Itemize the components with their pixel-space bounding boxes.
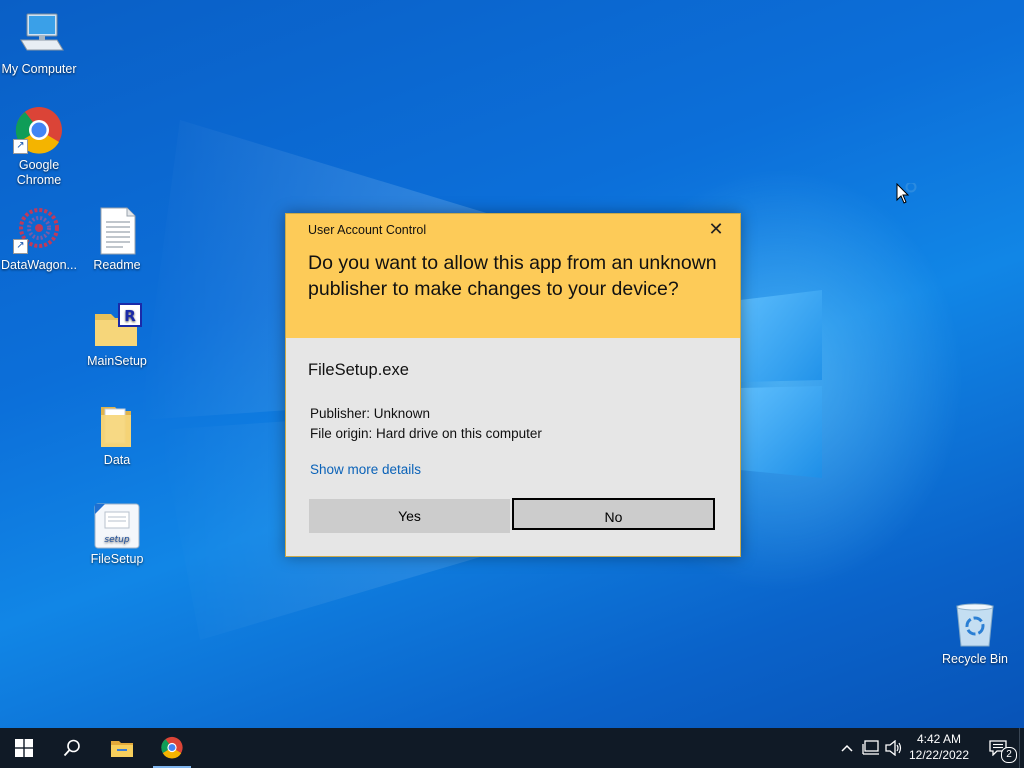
desktop-icon-label: Data xyxy=(103,453,131,467)
datawagon-icon: ↗ xyxy=(13,206,65,256)
text-document-icon xyxy=(91,206,143,256)
clock-date: 12/22/2022 xyxy=(908,748,970,762)
desktop-icon-google-chrome[interactable]: ↗ Google Chrome xyxy=(0,106,79,188)
desktop-icon-label: My Computer xyxy=(1,62,77,76)
show-hidden-icons-button[interactable] xyxy=(836,728,858,768)
start-button[interactable] xyxy=(0,728,48,768)
volume-button[interactable] xyxy=(883,728,905,768)
taskbar-file-explorer[interactable] xyxy=(98,728,146,768)
search-icon xyxy=(63,739,80,757)
setup-folder-icon: R xyxy=(91,302,143,352)
windows-logo-icon xyxy=(15,739,33,757)
publisher-text: Publisher: Unknown xyxy=(310,406,431,421)
computer-icon xyxy=(13,10,65,60)
taskbar: 4:42 AM 12/22/2022 2 xyxy=(0,728,1024,768)
desktop-icon-label: Google Chrome xyxy=(16,158,62,187)
shortcut-arrow-icon: ↗ xyxy=(13,239,28,254)
desktop-icon-label: Readme xyxy=(93,258,141,272)
busy-cursor-icon xyxy=(896,183,917,204)
desktop-icon-recycle-bin[interactable]: Recycle Bin xyxy=(935,600,1015,667)
desktop-icon-label: DataWagon... xyxy=(1,258,77,272)
clock[interactable]: 4:42 AM 12/22/2022 xyxy=(906,731,972,763)
publisher-info: Publisher: Unknown File origin: Hard dri… xyxy=(310,404,542,443)
close-icon[interactable]: ✕ xyxy=(706,220,726,240)
app-name: FileSetup.exe xyxy=(308,361,409,379)
file-origin-text: File origin: Hard drive on this computer xyxy=(310,425,542,441)
clock-time: 4:42 AM xyxy=(916,732,962,746)
desktop-icon-readme[interactable]: Readme xyxy=(77,206,157,273)
desktop-icon-data[interactable]: Data xyxy=(77,401,157,468)
desktop-icon-my-computer[interactable]: My Computer xyxy=(0,10,79,77)
uac-question: Do you want to allow this app from an un… xyxy=(308,252,717,300)
taskbar-chrome[interactable] xyxy=(148,728,196,768)
yes-button[interactable]: Yes xyxy=(309,499,510,533)
dialog-title: User Account Control xyxy=(308,223,427,237)
search-button[interactable] xyxy=(48,728,96,768)
svg-text:setup: setup xyxy=(104,535,129,545)
folder-icon xyxy=(91,401,143,451)
notification-badge: 2 xyxy=(1001,747,1017,763)
uac-dialog: User Account Control ✕ Do you want to al… xyxy=(285,213,741,557)
desktop-icon-label: MainSetup xyxy=(87,354,147,368)
chrome-icon: ↗ xyxy=(13,106,65,156)
recycle-bin-icon xyxy=(949,600,1001,650)
setup-icon: setup xyxy=(91,500,143,550)
chevron-up-icon xyxy=(841,744,853,752)
volume-icon xyxy=(885,740,902,756)
network-button[interactable] xyxy=(859,728,883,768)
no-button[interactable]: No xyxy=(512,498,715,530)
svg-text:R: R xyxy=(124,307,136,325)
desktop-icon-mainsetup[interactable]: R MainSetup xyxy=(77,302,157,369)
chrome-icon xyxy=(161,736,183,759)
uac-header: User Account Control ✕ Do you want to al… xyxy=(286,214,740,338)
network-icon xyxy=(862,740,879,755)
file-explorer-icon xyxy=(111,741,133,757)
show-desktop-button[interactable] xyxy=(1019,728,1024,768)
desktop-icon-label: Recycle Bin xyxy=(942,652,1008,666)
shortcut-arrow-icon: ↗ xyxy=(13,139,28,154)
desktop-icon-filesetup[interactable]: setup FileSetup xyxy=(77,500,157,567)
show-more-details-link[interactable]: Show more details xyxy=(310,462,421,477)
desktop-icon-label: FileSetup xyxy=(90,552,144,566)
notification-center-button[interactable]: 2 xyxy=(980,728,1017,768)
desktop-icon-datawagon[interactable]: ↗ DataWagon... xyxy=(0,206,79,273)
